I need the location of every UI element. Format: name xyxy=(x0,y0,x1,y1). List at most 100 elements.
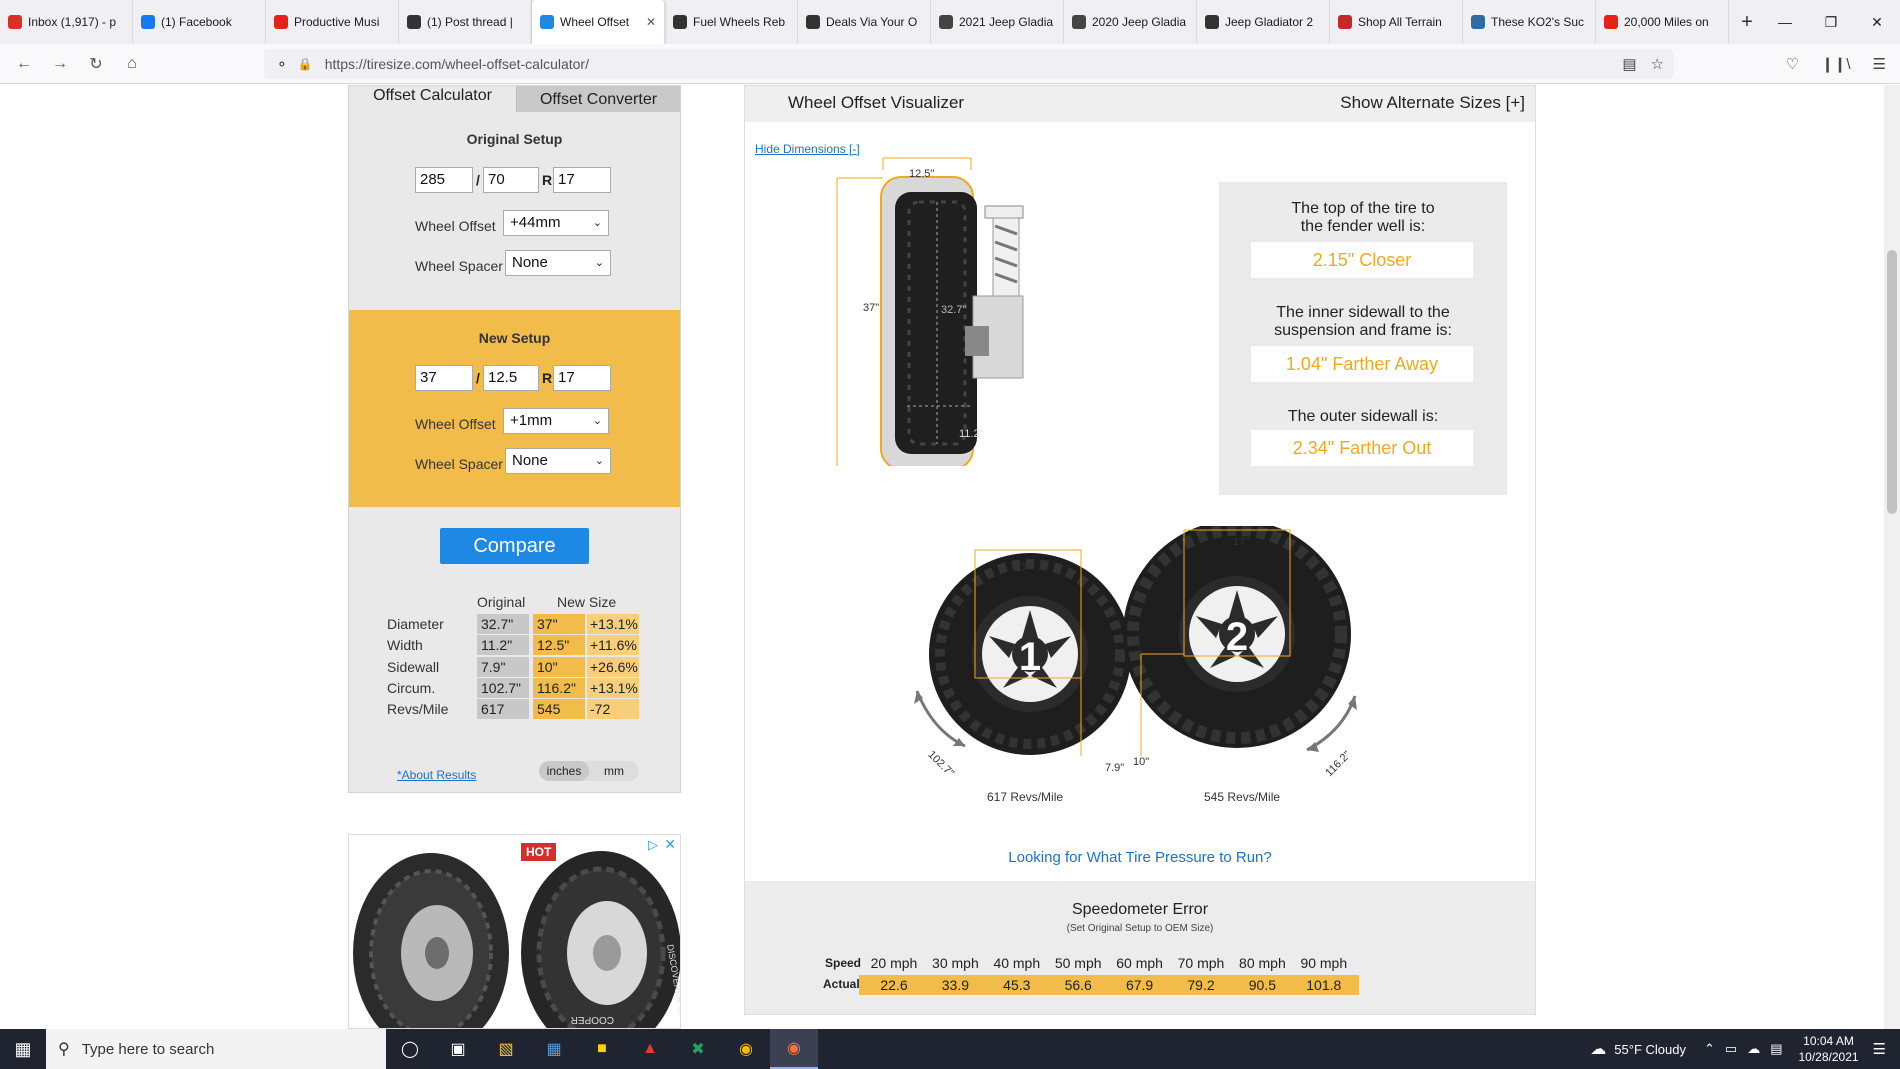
weather-cloud-icon[interactable]: ☁ xyxy=(1590,1039,1606,1059)
result-difference: -72 xyxy=(587,699,639,720)
browser-tab[interactable]: Fuel Wheels Reb xyxy=(665,0,798,44)
original-setup-title: Original Setup xyxy=(466,131,563,147)
tab-favicon-icon xyxy=(407,15,421,29)
bookmark-star-icon[interactable]: ☆ xyxy=(1651,55,1664,73)
sticky-notes-icon[interactable]: ■ xyxy=(578,1029,626,1069)
home-icon[interactable]: ⌂ xyxy=(114,48,150,80)
new-offset-select[interactable]: +1mm ⌄ xyxy=(503,408,609,434)
result-original: 7.9" xyxy=(477,656,529,677)
browser-tab[interactable]: 2020 Jeep Gladia xyxy=(1064,0,1197,44)
windows-start-icon[interactable]: ▦ xyxy=(0,1029,46,1069)
result-difference: +26.6% xyxy=(587,656,639,677)
actual-speed-value: 22.6 xyxy=(859,975,929,995)
dimension-inner-label: 32.7" xyxy=(941,304,967,316)
browser-tab[interactable]: Deals Via Your O xyxy=(798,0,931,44)
new-aspect-input[interactable]: 12.5 xyxy=(483,365,539,391)
about-results-link[interactable]: *About Results xyxy=(397,768,476,782)
restore-button[interactable]: ❐ xyxy=(1808,0,1854,44)
actual-speed-value: 90.5 xyxy=(1227,975,1298,995)
weather-text[interactable]: 55°F Cloudy xyxy=(1614,1042,1686,1057)
cortana-icon[interactable]: ◯ xyxy=(386,1029,434,1069)
minimize-button[interactable]: — xyxy=(1762,0,1808,44)
show-alternate-sizes-link[interactable]: Show Alternate Sizes [+] xyxy=(1340,93,1525,113)
chevron-down-icon: ⌄ xyxy=(592,217,602,229)
browser-tab[interactable]: Wheel Offset ✕ xyxy=(532,0,665,44)
compare-button[interactable]: Compare xyxy=(440,528,589,564)
browser-tab[interactable]: 20,000 Miles on xyxy=(1596,0,1729,44)
browser-tab[interactable]: These KO2's Suc xyxy=(1463,0,1596,44)
scrollbar-thumb[interactable] xyxy=(1887,250,1897,514)
ad-choices-icon[interactable]: ▷ xyxy=(648,837,658,853)
onedrive-icon[interactable]: ☁ xyxy=(1747,1041,1760,1057)
pocket-icon[interactable]: ♡ xyxy=(1786,55,1799,73)
tire-pressure-link[interactable]: Looking for What Tire Pressure to Run? xyxy=(745,849,1535,866)
outer-sidewall-answer: 2.34" Farther Out xyxy=(1251,430,1473,466)
result-name: Sidewall xyxy=(387,658,440,675)
url-text[interactable]: https://tiresize.com/wheel-offset-calcul… xyxy=(325,56,589,72)
result-original: 11.2" xyxy=(477,635,529,656)
close-window-button[interactable]: ✕ xyxy=(1854,0,1900,44)
original-aspect-input[interactable]: 70 xyxy=(483,167,539,193)
close-tab-icon[interactable]: ✕ xyxy=(646,15,656,29)
firefox-icon[interactable]: ◉ xyxy=(770,1029,818,1069)
menu-icon[interactable]: ☰ xyxy=(1873,55,1886,73)
reader-view-icon[interactable]: ▤ xyxy=(1622,55,1636,73)
back-icon[interactable]: ← xyxy=(6,48,42,80)
original-rim-input[interactable]: 17 xyxy=(553,167,611,193)
notifications-icon[interactable]: ☰ xyxy=(1873,1040,1886,1058)
system-clock[interactable]: 10:04 AM 10/28/2021 xyxy=(1798,1033,1858,1065)
browser-tab[interactable]: Jeep Gladiator 2 xyxy=(1197,0,1330,44)
new-rim-input[interactable]: 17 xyxy=(553,365,611,391)
original-width-input[interactable]: 285 xyxy=(415,167,473,193)
chrome-icon[interactable]: ◉ xyxy=(722,1029,770,1069)
browser-tab[interactable]: 2021 Jeep Gladia xyxy=(931,0,1064,44)
acrobat-icon[interactable]: ▲ xyxy=(626,1029,674,1069)
reload-icon[interactable]: ↻ xyxy=(78,48,114,80)
taskbar-search-box[interactable]: ⚲ Type here to search xyxy=(46,1029,386,1069)
unit-toggle[interactable]: inches mm xyxy=(539,761,639,781)
forward-icon[interactable]: → xyxy=(42,48,78,80)
ad-tires-image: DISCOVERER STT PRO COOPER xyxy=(353,851,680,1028)
browser-tab[interactable]: (1) Post thread | xyxy=(399,0,532,44)
shield-icon[interactable]: ⚬ xyxy=(276,56,288,73)
new-width-input[interactable]: 37 xyxy=(415,365,473,391)
speedometer-error-section: Speedometer Error (Set Original Setup to… xyxy=(745,881,1535,1014)
results-header-original: Original xyxy=(477,594,526,610)
file-explorer-icon[interactable]: ▧ xyxy=(482,1029,530,1069)
browser-tab[interactable]: Productive Musi xyxy=(266,0,399,44)
new-tab-button[interactable]: + xyxy=(1729,11,1765,34)
task-view-icon[interactable]: ▣ xyxy=(434,1029,482,1069)
tire1-rim-label: 17" xyxy=(1015,562,1032,574)
page-scrollbar[interactable] xyxy=(1884,85,1900,1029)
actual-speed-value: 101.8 xyxy=(1288,975,1359,995)
browser-tab[interactable]: (1) Facebook xyxy=(133,0,266,44)
library-icon[interactable]: ❙❙\ xyxy=(1821,55,1850,73)
tab-title: 2021 Jeep Gladia xyxy=(959,15,1054,29)
show-hidden-icons-icon[interactable]: ⌃ xyxy=(1704,1041,1715,1057)
address-bar[interactable]: ⚬ 🔒 https://tiresize.com/wheel-offset-ca… xyxy=(264,49,1674,79)
unit-mm-option[interactable]: mm xyxy=(589,761,639,781)
unit-inches-option[interactable]: inches xyxy=(539,761,589,781)
offset-calculator-panel: Offset Calculator Offset Converter Origi… xyxy=(348,85,681,793)
lock-icon[interactable]: 🔒 xyxy=(298,57,313,71)
slash-separator: / xyxy=(476,172,480,188)
speed-row-label: Speed xyxy=(825,956,862,970)
device-icon[interactable]: ▭ xyxy=(1725,1041,1737,1057)
original-spacer-select[interactable]: None ⌄ xyxy=(505,250,611,276)
tire-advertisement[interactable]: DISCOVERER STT PRO COOPER HOT ▷ ✕ xyxy=(348,834,681,1029)
ad-close-icon[interactable]: ✕ xyxy=(664,836,676,853)
new-spacer-select[interactable]: None ⌄ xyxy=(505,448,611,474)
original-offset-select[interactable]: +44mm ⌄ xyxy=(503,210,609,236)
tab-offset-converter[interactable]: Offset Converter xyxy=(516,86,680,112)
tire1-number: 1 xyxy=(1019,635,1041,679)
browser-tab[interactable]: Shop All Terrain xyxy=(1330,0,1463,44)
excel-icon[interactable]: ✖ xyxy=(674,1029,722,1069)
tire-comparison-diagram: 1 2 xyxy=(914,526,1357,756)
results-row: Revs/Mile 617 545 -72 xyxy=(387,699,647,720)
tire2-revs-label: 545 Revs/Mile xyxy=(1204,790,1281,804)
tab-offset-calculator[interactable]: Offset Calculator xyxy=(349,86,516,112)
network-icon[interactable]: ▤ xyxy=(1770,1041,1782,1057)
browser-tab[interactable]: Inbox (1,917) - p xyxy=(0,0,133,44)
photos-icon[interactable]: ▦ xyxy=(530,1029,578,1069)
original-offset-label: Wheel Offset xyxy=(415,218,496,234)
